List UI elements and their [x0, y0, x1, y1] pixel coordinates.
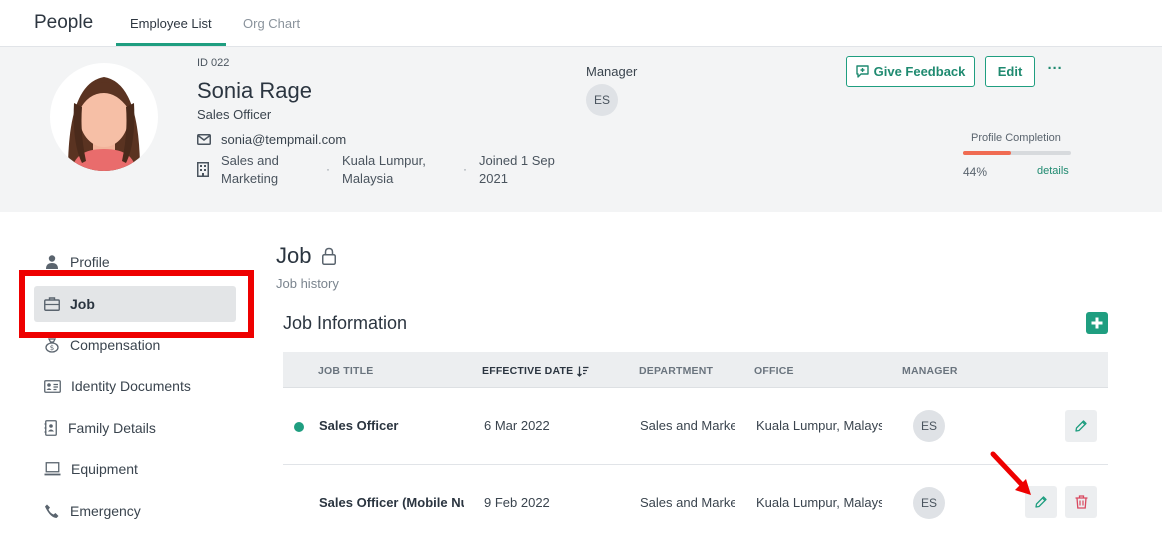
sidebar-item-equipment[interactable]: Equipment — [34, 451, 236, 487]
cell-job-title: Sales Officer — [319, 418, 399, 433]
sidebar-item-family-details[interactable]: Family Details — [34, 410, 236, 446]
employee-department: Sales and Marketing — [221, 153, 279, 186]
column-header-job-title[interactable]: JOB TITLE — [318, 365, 373, 377]
red-arrow-annotation — [990, 451, 1031, 495]
plus-icon — [1091, 317, 1103, 329]
employee-role: Sales Officer — [197, 107, 272, 122]
give-feedback-label: Give Feedback — [873, 64, 966, 79]
lock-icon — [322, 247, 337, 265]
add-job-button[interactable] — [1086, 312, 1108, 334]
sidebar-item-label: Compensation — [70, 337, 161, 353]
cell-office: Kuala Lumpur, Malaysia — [756, 418, 882, 433]
profile-header: ID 022 Sonia Rage Sales Officer sonia@te… — [0, 47, 1162, 212]
edit-row-button[interactable] — [1065, 410, 1097, 442]
sort-descending-icon — [577, 366, 589, 377]
column-header-department[interactable]: DEPARTMENT — [639, 365, 713, 377]
sidebar-item-label: Equipment — [71, 461, 138, 477]
avatar — [50, 63, 158, 171]
top-navigation: People Employee List Org Chart — [0, 0, 1162, 47]
column-header-manager[interactable]: MANAGER — [902, 365, 958, 377]
sidebar-item-label: Profile — [70, 254, 110, 270]
current-job-indicator — [294, 422, 304, 432]
trash-icon — [1075, 495, 1087, 509]
profile-completion-percent: 44% — [963, 165, 988, 179]
cell-job-title: Sales Officer (Mobile Number) — [319, 495, 464, 510]
cell-office: Kuala Lumpur, Malaysia — [756, 495, 882, 510]
job-history-link[interactable]: Job history — [276, 276, 339, 291]
section-title: Job — [276, 243, 337, 269]
manager-label: Manager — [586, 64, 638, 79]
cell-effective-date: 9 Feb 2022 — [484, 495, 550, 510]
sidebar-item-identity-documents[interactable]: Identity Documents — [34, 368, 236, 404]
profile-completion-fill — [963, 151, 1011, 155]
cell-manager-avatar[interactable]: ES — [913, 487, 945, 519]
sidebar-item-profile[interactable]: Profile — [34, 244, 236, 280]
meta-separator: · — [463, 162, 467, 176]
meta-separator: · — [326, 162, 330, 176]
delete-row-button[interactable] — [1065, 486, 1097, 518]
cell-department: Sales and Marketing — [640, 495, 735, 510]
employee-name: Sonia Rage — [197, 78, 312, 103]
person-icon — [46, 255, 58, 269]
profile-completion-details-link[interactable]: details — [1037, 165, 1069, 177]
column-header-effective-date[interactable]: EFFECTIVE DATE — [482, 365, 589, 377]
cell-effective-date: 6 Mar 2022 — [484, 418, 550, 433]
sidebar-item-job[interactable]: Job — [34, 286, 236, 322]
job-information-title: Job Information — [283, 313, 408, 333]
sidebar-item-compensation[interactable]: $ Compensation — [34, 327, 236, 363]
id-card-icon — [44, 379, 61, 393]
profile-completion-label: Profile Completion — [971, 132, 1061, 144]
job-table-header: JOB TITLE EFFECTIVE DATE DEPARTMENT OFFI… — [283, 352, 1108, 388]
sidebar-item-label: Emergency — [70, 503, 141, 519]
column-header-effective-date-label: EFFECTIVE DATE — [482, 365, 574, 377]
employee-email[interactable]: sonia@tempmail.com — [221, 132, 346, 147]
employee-id: ID 022 — [197, 57, 230, 69]
cell-department: Sales and Marketing — [640, 418, 735, 433]
money-bag-icon: $ — [45, 338, 59, 353]
tab-employee-list[interactable]: Employee List — [130, 16, 212, 31]
section-title-text: Job — [276, 243, 312, 268]
edit-profile-button[interactable]: Edit — [985, 56, 1035, 87]
building-icon — [197, 162, 209, 177]
active-tab-indicator — [116, 43, 226, 46]
feedback-icon — [855, 65, 869, 78]
column-header-office[interactable]: OFFICE — [754, 365, 794, 377]
more-options-button[interactable]: ··· — [1045, 59, 1065, 79]
employee-email-row: sonia@tempmail.com — [197, 132, 346, 147]
sidebar-item-label: Job — [70, 296, 95, 312]
briefcase-icon — [44, 297, 60, 311]
contact-book-icon — [44, 420, 57, 436]
employee-location: Kuala Lumpur, Malaysia — [342, 153, 426, 186]
manager-avatar[interactable]: ES — [586, 84, 618, 116]
laptop-icon — [44, 462, 61, 476]
envelope-icon — [197, 134, 211, 145]
sidebar-item-label: Identity Documents — [71, 378, 191, 394]
employee-join-date: Joined 1 Sep 2021 — [479, 153, 555, 186]
svg-text:$: $ — [50, 344, 54, 352]
pencil-icon — [1075, 420, 1087, 432]
cell-manager-avatar[interactable]: ES — [913, 410, 945, 442]
phone-icon — [45, 504, 59, 518]
app-title: People — [34, 12, 94, 33]
tab-org-chart[interactable]: Org Chart — [243, 16, 300, 31]
give-feedback-button[interactable]: Give Feedback — [846, 56, 975, 87]
profile-completion-bar — [963, 151, 1071, 155]
sidebar-item-label: Family Details — [68, 420, 156, 436]
avatar-illustration — [68, 77, 140, 171]
sidebar-item-emergency[interactable]: Emergency — [34, 493, 236, 529]
